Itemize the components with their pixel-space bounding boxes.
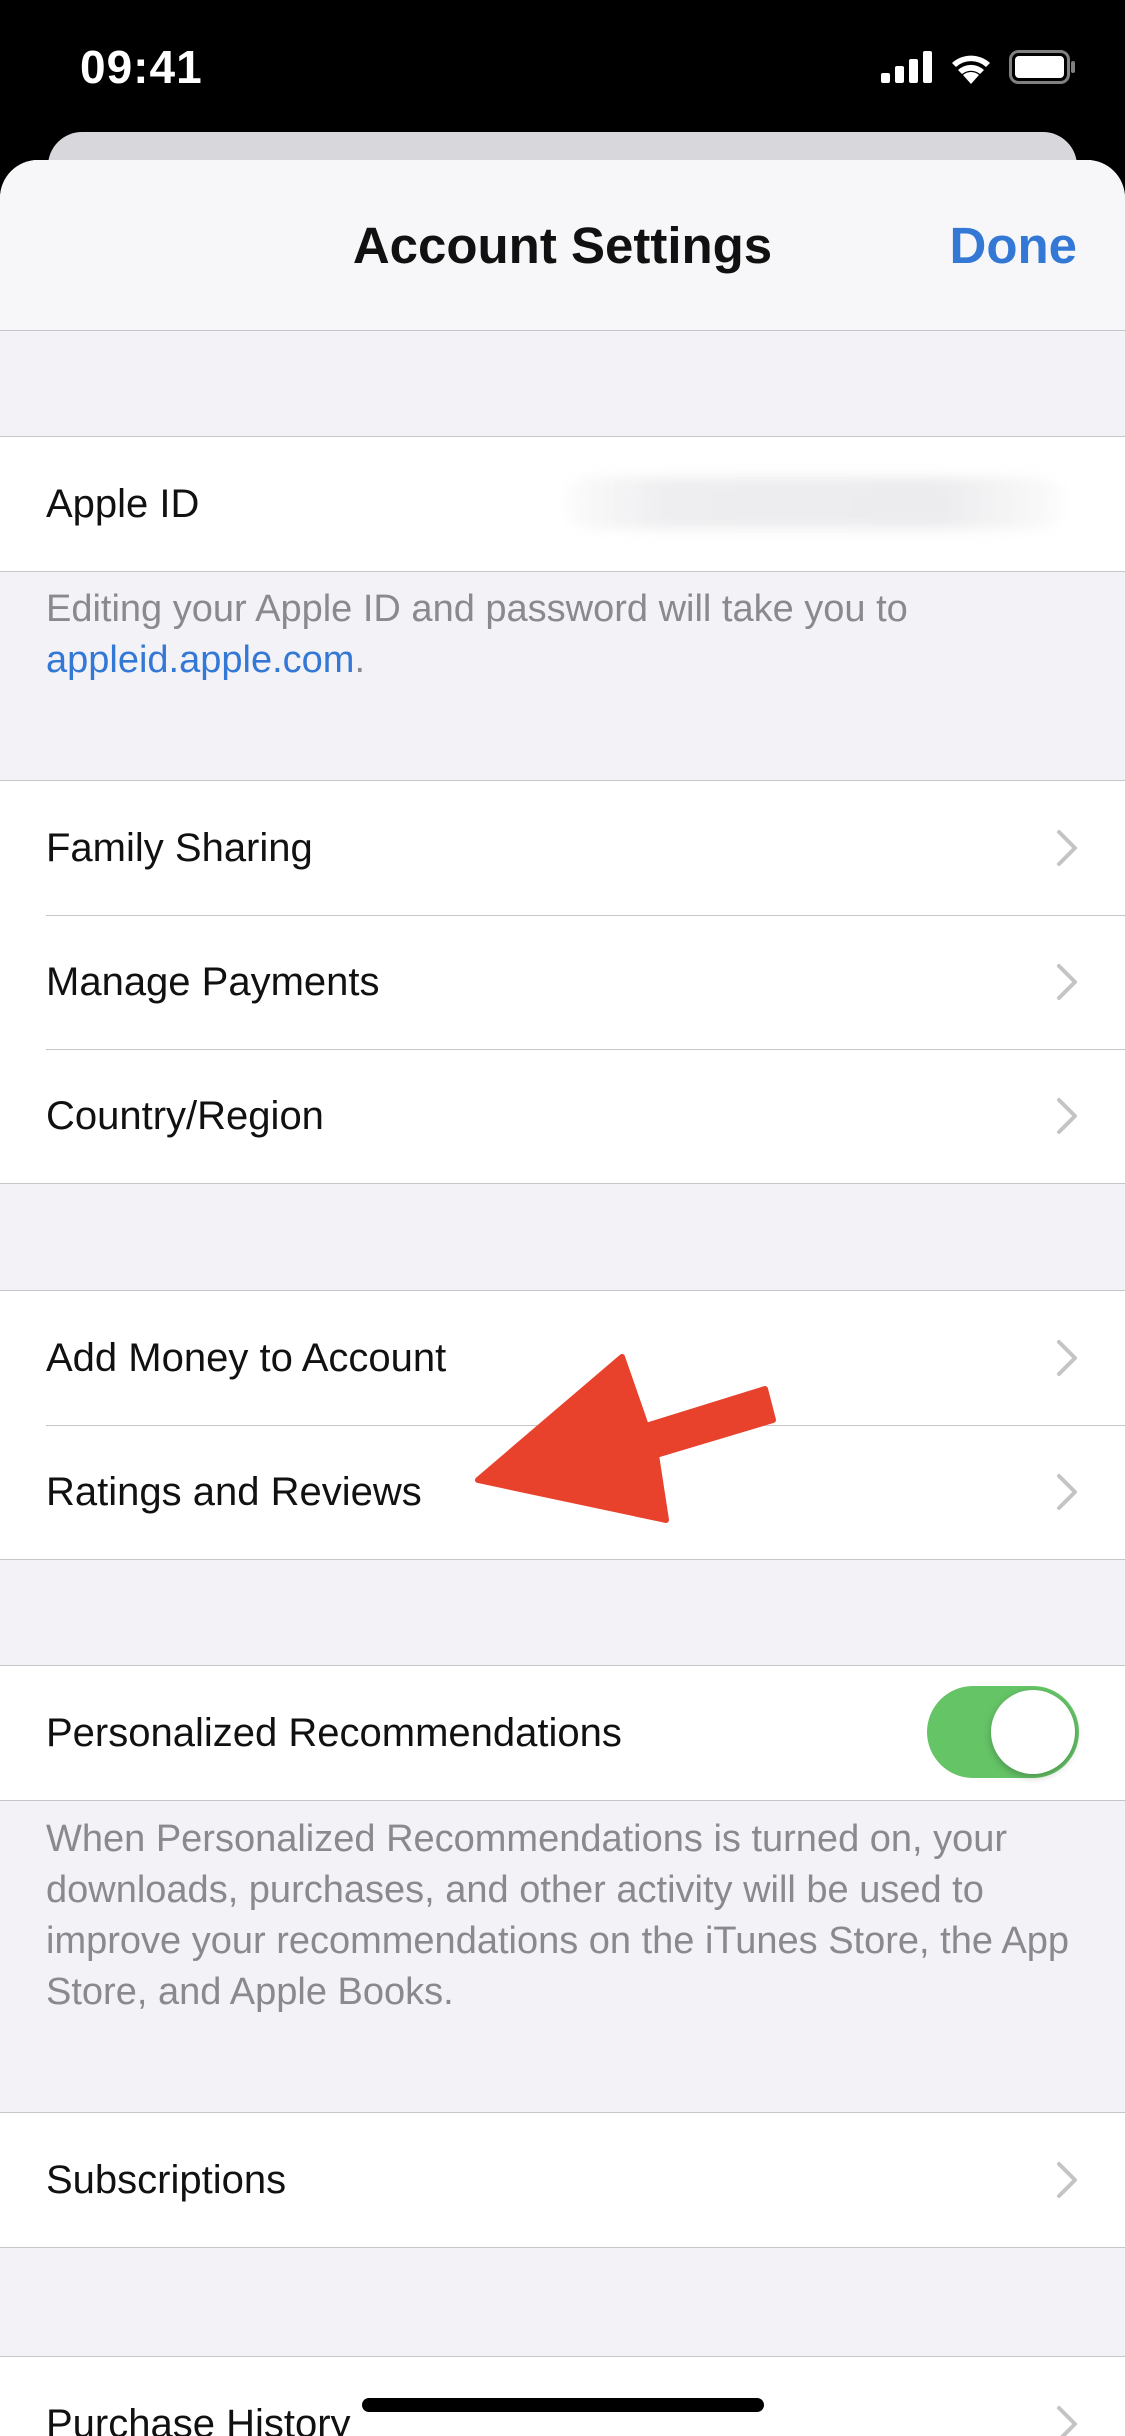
account-settings-sheet: Account Settings Done Apple ID Editing y… (0, 160, 1125, 2436)
status-time: 09:41 (80, 41, 203, 93)
manage-payments-row[interactable]: Manage Payments (0, 915, 1125, 1049)
apple-id-group: Apple ID (0, 436, 1125, 572)
chevron-right-icon (1057, 1098, 1077, 1134)
purchase-history-row[interactable]: Purchase History (0, 2357, 1125, 2436)
personalized-footer: When Personalized Recommendations is tur… (46, 1818, 1070, 2013)
done-button[interactable]: Done (950, 216, 1078, 275)
appleid-link[interactable]: appleid.apple.com (46, 639, 354, 681)
purchase-history-label: Purchase History (46, 2402, 351, 2436)
personalized-recommendations-row: Personalized Recommendations (0, 1666, 1125, 1800)
add-money-label: Add Money to Account (46, 1336, 447, 1380)
ratings-reviews-row[interactable]: Ratings and Reviews (0, 1425, 1125, 1559)
chevron-right-icon (1057, 1474, 1077, 1510)
wifi-icon (952, 55, 990, 84)
apple-id-value-redacted (565, 477, 1065, 529)
purchase-history-group: Purchase History (0, 2356, 1125, 2436)
ratings-reviews-label: Ratings and Reviews (46, 1470, 422, 1514)
chevron-right-icon (1057, 2406, 1077, 2436)
apple-id-footer-end: . (354, 639, 365, 681)
country-region-label: Country/Region (46, 1094, 324, 1138)
apple-id-row[interactable]: Apple ID (0, 437, 1125, 571)
chevron-right-icon (1057, 1340, 1077, 1376)
subscriptions-group: Subscriptions (0, 2112, 1125, 2248)
personalized-recommendations-label: Personalized Recommendations (46, 1711, 622, 1755)
apple-id-footer: Editing your Apple ID and password will … (46, 584, 1086, 686)
subscriptions-row[interactable]: Subscriptions (0, 2113, 1125, 2247)
family-sharing-label: Family Sharing (46, 826, 313, 870)
add-money-row[interactable]: Add Money to Account (0, 1291, 1125, 1425)
money-group: Add Money to Account Ratings and Reviews (0, 1290, 1125, 1560)
status-bar: 09:41 (0, 0, 1125, 150)
personalized-recommendations-toggle[interactable] (927, 1686, 1079, 1778)
signal-icon (881, 51, 932, 83)
apple-id-footer-text: Editing your Apple ID and password will … (46, 588, 908, 630)
chevron-right-icon (1057, 830, 1077, 866)
navigation-bar: Account Settings Done (0, 160, 1125, 331)
battery-icon (1009, 50, 1075, 84)
personalized-group: Personalized Recommendations (0, 1665, 1125, 1801)
home-indicator (362, 2398, 764, 2412)
manage-payments-label: Manage Payments (46, 960, 380, 1004)
family-group: Family Sharing Manage Payments Country/R… (0, 780, 1125, 1184)
chevron-right-icon (1057, 2162, 1077, 2198)
chevron-right-icon (1057, 964, 1077, 1000)
apple-id-label: Apple ID (46, 482, 200, 526)
country-region-row[interactable]: Country/Region (0, 1049, 1125, 1183)
toggle-knob (991, 1690, 1075, 1774)
subscriptions-label: Subscriptions (46, 2158, 287, 2202)
status-icons (881, 50, 1077, 84)
family-sharing-row[interactable]: Family Sharing (0, 781, 1125, 915)
